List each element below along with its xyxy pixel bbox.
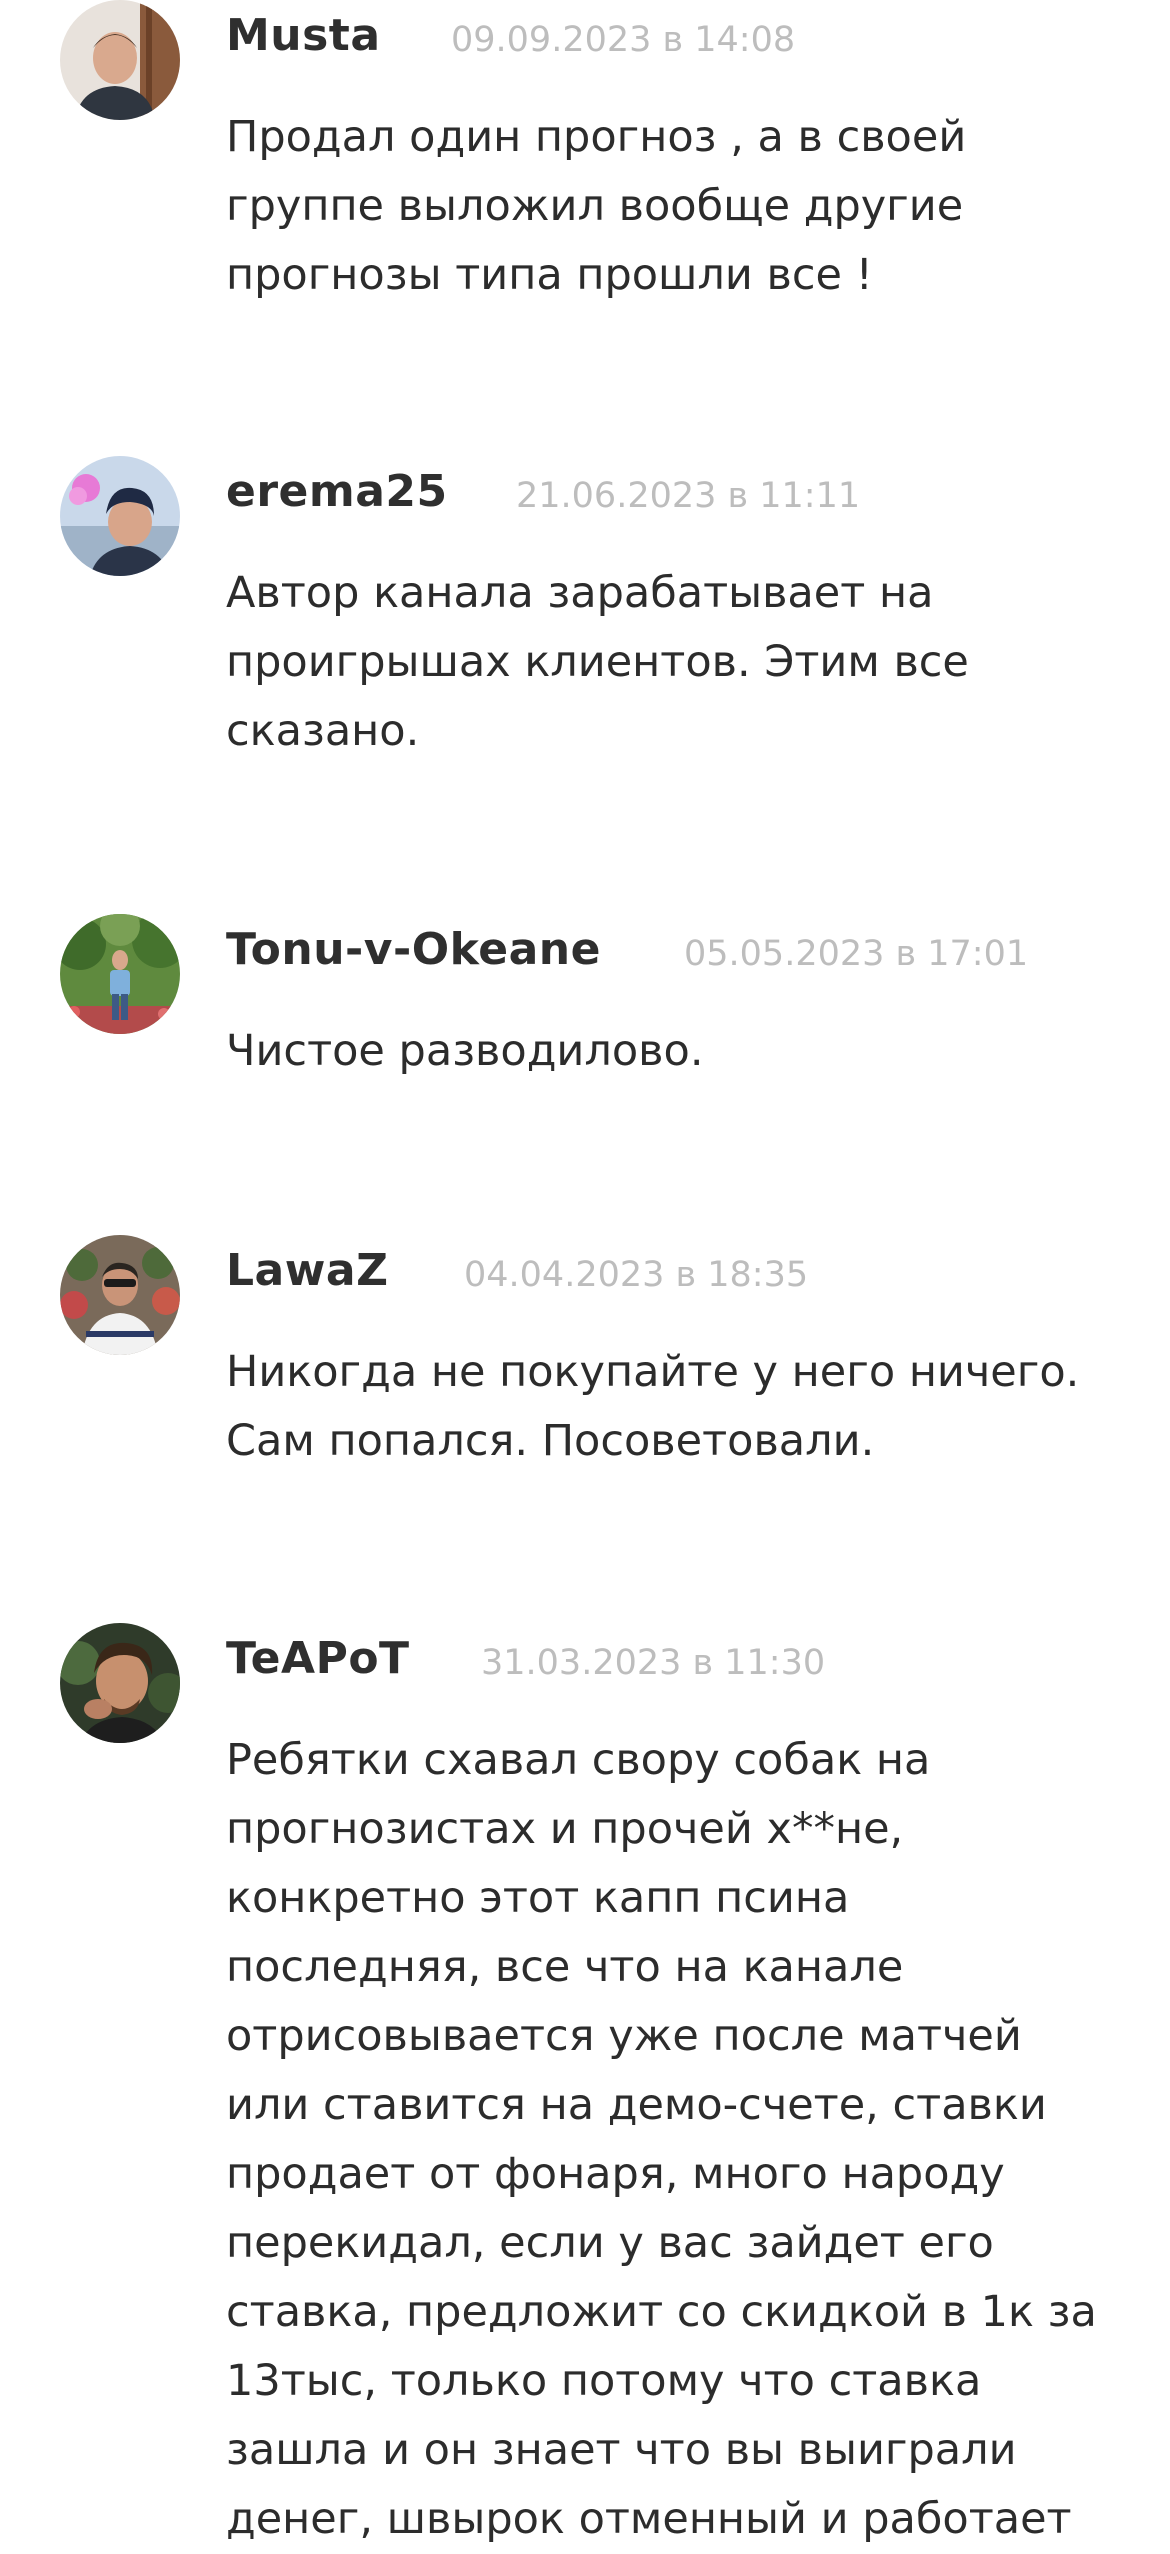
- comment-text: Чистое разводилово.: [226, 1026, 704, 1076]
- comment-text: Ребятки схавал свору собак на прогнозист…: [226, 1735, 1097, 2544]
- avatar[interactable]: [60, 0, 180, 120]
- author-name[interactable]: LawaZ: [226, 1241, 388, 1301]
- comment-text: Продал один прогноз , а в своей группе в…: [226, 112, 967, 300]
- comment-text: Никогда не покупайте у него ничего. Сам …: [226, 1347, 1080, 1466]
- user-photo-icon: [60, 456, 180, 576]
- author-name[interactable]: Tonu-v-Okeane: [226, 920, 601, 980]
- comment-date: 05.05.2023 в 17:01: [684, 934, 1029, 974]
- comment-date: 21.06.2023 в 11:11: [516, 476, 861, 516]
- comment-date: 31.03.2023 в 11:30: [481, 1643, 826, 1683]
- author-name[interactable]: Musta: [226, 6, 381, 66]
- user-photo-icon: [60, 914, 180, 1034]
- avatar[interactable]: [60, 914, 180, 1034]
- avatar[interactable]: [60, 1623, 180, 1743]
- user-photo-icon: [60, 1623, 180, 1743]
- avatar[interactable]: [60, 1235, 180, 1355]
- comment-text: Автор канала зарабатывает на проигрышах …: [226, 568, 969, 756]
- comment-date: 09.09.2023 в 14:08: [451, 20, 796, 60]
- author-name[interactable]: TeAPoT: [226, 1629, 410, 1689]
- comment-date: 04.04.2023 в 18:35: [464, 1255, 809, 1295]
- user-photo-icon: [60, 0, 180, 120]
- user-photo-icon: [60, 1235, 180, 1355]
- author-name[interactable]: erema25: [226, 462, 448, 522]
- avatar[interactable]: [60, 456, 180, 576]
